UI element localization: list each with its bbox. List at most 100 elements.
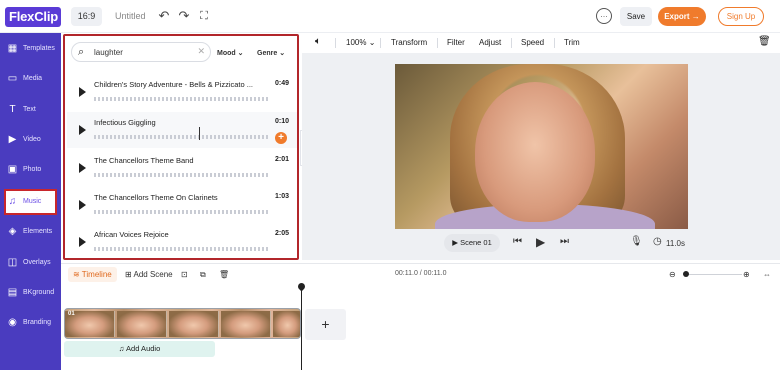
tab-timeline[interactable]: ≋ Timeline — [68, 267, 117, 282]
sign-up-button[interactable]: Sign Up — [718, 7, 764, 26]
add-scene-icon: ⊞ — [125, 270, 132, 279]
split-icon[interactable]: ⊡ — [181, 270, 188, 279]
add-scene-button[interactable]: ⊞ Add Scene — [125, 270, 173, 279]
search-icon: ⌕ — [78, 46, 85, 58]
zoom-slider-handle[interactable] — [683, 271, 689, 277]
zoom-dropdown[interactable]: 100% ⌄ — [346, 38, 375, 47]
music-icon: ♫ — [8, 196, 17, 207]
timeline-time-readout: 00:11.0 / 00:11.0 — [395, 270, 447, 277]
add-scene-tile[interactable]: + — [305, 309, 346, 340]
add-track-button[interactable]: + — [275, 132, 287, 144]
transform-button[interactable]: Transform — [391, 38, 427, 47]
sidebar-item-text[interactable]: T Text — [0, 97, 61, 123]
sidebar-item-elements[interactable]: ◈ Elements — [0, 219, 61, 245]
trash-icon[interactable]: 🗑︎ — [758, 36, 771, 47]
clock-icon: ◷ — [653, 236, 662, 247]
volume-icon[interactable]: 🔈︎ — [315, 36, 321, 47]
skip-forward-icon[interactable]: ⏭︎ — [560, 236, 569, 247]
music-track[interactable]: Children's Story Adventure - Bells & Piz… — [67, 74, 297, 110]
scene-clip[interactable]: 01 — [64, 308, 301, 339]
divider — [335, 38, 336, 48]
play-icon[interactable] — [79, 163, 86, 173]
waveform[interactable] — [94, 135, 269, 139]
music-track[interactable]: African Voices Rejoice 2:05 — [67, 224, 297, 260]
project-title[interactable]: Untitled — [115, 11, 146, 21]
skip-back-icon[interactable]: ⏮︎ — [513, 236, 522, 247]
music-search-input[interactable] — [94, 46, 194, 59]
fullscreen-icon[interactable]: ⛶ — [196, 8, 212, 24]
play-icon[interactable] — [79, 87, 86, 97]
divider — [380, 38, 381, 48]
timeline-icon: ≋ — [73, 270, 80, 279]
play-icon[interactable] — [79, 125, 86, 135]
track-name: The Chancellors Theme On Clarinets — [94, 193, 218, 202]
playhead[interactable] — [301, 285, 302, 370]
photo-icon: ▣ — [7, 164, 18, 175]
video-preview[interactable] — [395, 64, 688, 229]
scene-label: Scene 01 — [460, 238, 492, 247]
delete-icon[interactable]: 🗑︎ — [219, 270, 229, 279]
sidebar-item-label: Templates — [23, 45, 55, 52]
add-audio-button[interactable]: ♫ Add Audio — [64, 341, 215, 357]
sidebar-item-media[interactable]: ▭ Media — [0, 66, 61, 92]
sidebar-item-label: Branding — [23, 319, 52, 326]
sidebar-item-photo[interactable]: ▣ Photo — [0, 157, 61, 183]
sidebar-item-branding[interactable]: ◉ Branding — [0, 310, 61, 336]
clip-frame — [169, 311, 219, 337]
sidebar-item-bkground[interactable]: ▤ BKground — [0, 280, 61, 306]
undo-icon[interactable]: ↶ — [156, 8, 172, 24]
filter-button[interactable]: Filter — [447, 38, 465, 47]
trim-button[interactable]: Trim — [564, 38, 580, 47]
chevron-down-icon: ⌄ — [237, 50, 244, 57]
play-icon[interactable]: ▶ — [536, 235, 545, 249]
sidebar-item-templates[interactable]: ▦ Templates — [0, 36, 61, 62]
zoom-slider-track[interactable] — [684, 274, 742, 275]
duplicate-icon[interactable]: ⧉ — [200, 270, 206, 280]
speed-button[interactable]: Speed — [521, 38, 544, 47]
fit-timeline-icon[interactable]: ⇔ — [763, 270, 771, 279]
genre-dropdown[interactable]: Genre ⌄ — [257, 49, 285, 57]
timeline-header: ≋ Timeline ⊞ Add Scene ⊡ ⧉ 🗑︎ 00:11.0 / … — [61, 263, 780, 283]
export-label: Export — [664, 12, 690, 21]
zoom-out-icon[interactable]: ⊖ — [669, 270, 676, 279]
play-icon[interactable] — [79, 200, 86, 210]
sidebar-item-label: Overlays — [23, 259, 51, 266]
music-panel: ⌕ ✕ Mood⌄ Genre⌄ Children's Story Advent… — [63, 34, 299, 260]
music-search-box[interactable]: ⌕ ✕ — [71, 42, 211, 62]
video-icon: ▶ — [8, 134, 17, 145]
track-duration: 0:49 — [274, 80, 289, 87]
export-button[interactable]: Export → — [658, 7, 706, 26]
zoom-in-icon[interactable]: ⊕ — [743, 270, 750, 279]
overlays-icon: ◫ — [7, 257, 18, 268]
save-button[interactable]: Save — [620, 7, 652, 26]
clip-number: 01 — [68, 311, 75, 317]
music-track[interactable]: Infectious Giggling 0:10 + — [67, 112, 297, 148]
sidebar-item-label: Photo — [23, 166, 42, 173]
flexclip-logo[interactable]: FlexClip — [5, 7, 61, 27]
clear-icon[interactable]: ✕ — [197, 46, 205, 57]
mood-dropdown[interactable]: Mood ⌄ — [217, 49, 244, 57]
redo-icon[interactable]: ↷ — [176, 8, 192, 24]
player-controls: ▶ Scene 01 ⏮︎ ▶ ⏭︎ 🎙︎ ◷ 11.0s — [302, 233, 780, 255]
add-audio-label: Add Audio — [126, 344, 161, 353]
background-icon: ▤ — [7, 287, 18, 298]
chat-icon[interactable]: … — [596, 8, 612, 24]
sidebar-item-video[interactable]: ▶ Video — [0, 127, 61, 153]
waveform — [94, 173, 269, 177]
scene-button[interactable]: ▶ Scene 01 — [444, 234, 500, 252]
sidebar-item-overlays[interactable]: ◫ Overlays — [0, 250, 61, 276]
folder-icon: ▭ — [7, 73, 18, 84]
sidebar-item-label: Media — [23, 75, 43, 82]
music-note-icon: ♫ — [118, 344, 125, 353]
music-track[interactable]: The Chancellors Theme Band 2:01 — [67, 150, 297, 186]
branding-icon: ◉ — [8, 317, 17, 328]
play-icon[interactable] — [79, 237, 86, 247]
play-icon: ▶ — [452, 238, 458, 247]
aspect-ratio-button[interactable]: 16:9 — [71, 7, 102, 26]
adjust-button[interactable]: Adjust — [479, 38, 501, 47]
microphone-icon[interactable]: 🎙︎ — [630, 236, 643, 247]
sidebar-item-music[interactable]: ♫ Music — [4, 189, 57, 215]
genre-label: Genre — [257, 50, 278, 57]
text-icon: T — [9, 104, 16, 115]
music-track[interactable]: The Chancellors Theme On Clarinets 1:03 — [67, 187, 297, 223]
